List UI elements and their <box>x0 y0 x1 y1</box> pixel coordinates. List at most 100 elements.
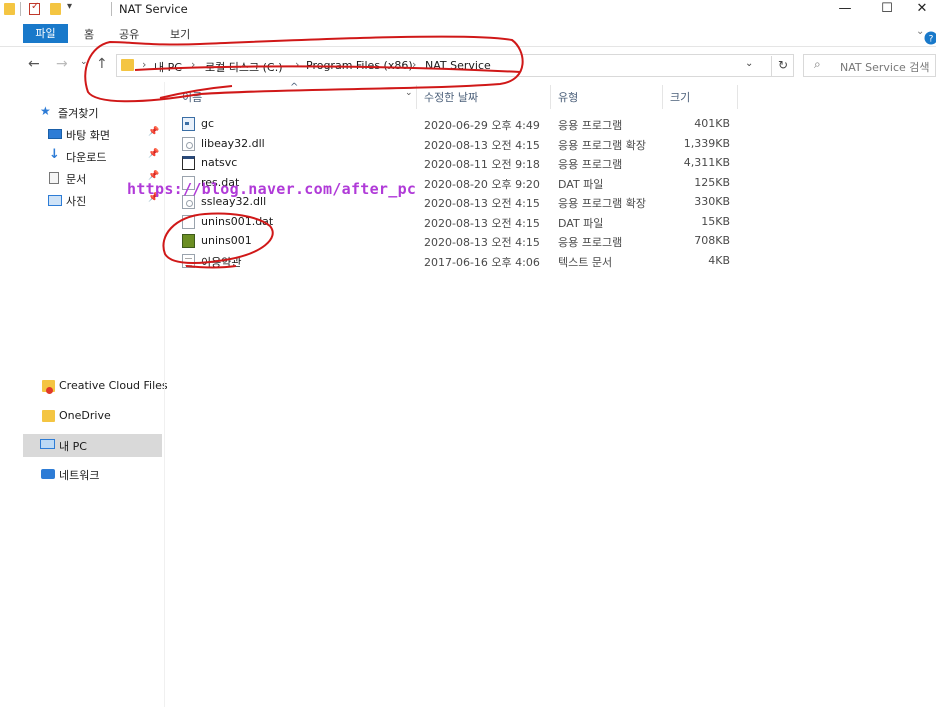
breadcrumb-separator[interactable]: › <box>412 58 416 71</box>
nav-item-label: Creative Cloud Files <box>59 379 168 392</box>
file-row[interactable]: unins001 2020-08-13 오전 4:15 응용 프로그램 708KB <box>182 232 742 251</box>
file-size: 401KB <box>694 117 730 130</box>
nav-item-this-pc[interactable]: 내 PC <box>23 434 162 457</box>
file-date: 2020-08-13 오전 4:15 <box>424 236 540 249</box>
nav-item-label: 사진 <box>66 195 87 208</box>
file-name: natsvc <box>201 156 238 169</box>
column-separator[interactable] <box>550 85 551 109</box>
file-type: 응용 프로그램 <box>558 158 623 171</box>
file-date: 2020-08-20 오후 9:20 <box>424 177 540 191</box>
nav-item-desktop[interactable]: 바탕 화면 📌 <box>46 124 164 146</box>
forward-arrow-icon[interactable]: → <box>56 56 68 72</box>
refresh-icon[interactable]: ↻ <box>771 56 794 76</box>
address-bar[interactable]: › 내 PC › 로컬 디스크 (C:) › Program Files (x8… <box>116 54 794 77</box>
pictures-icon <box>48 195 62 206</box>
file-type: 응용 프로그램 확장 <box>558 138 646 152</box>
file-date: 2020-08-11 오전 9:18 <box>424 158 540 171</box>
nav-item-creative-cloud[interactable]: Creative Cloud Files <box>40 376 168 398</box>
new-folder-icon[interactable] <box>50 3 61 15</box>
file-size: 4,311KB <box>683 156 730 169</box>
address-row: ← → ⌄ ↑ › 내 PC › 로컬 디스크 (C:) › Program F… <box>0 50 936 82</box>
column-header-name[interactable]: 이름 <box>182 89 202 113</box>
file-date: 2020-08-13 오전 4:15 <box>424 216 540 230</box>
up-arrow-icon[interactable]: ↑ <box>96 56 108 72</box>
svg-text:?: ? <box>929 35 934 45</box>
toolbar-divider <box>20 2 21 16</box>
pane-divider <box>164 82 165 707</box>
window-app-icon <box>182 156 195 170</box>
search-icon: ⌕ <box>814 57 821 71</box>
file-row[interactable]: natsvc 2020-08-11 오전 9:18 응용 프로그램 4,311KB <box>182 154 742 173</box>
file-name: gc <box>201 117 215 130</box>
network-icon <box>41 469 55 479</box>
file-row[interactable]: gc 2020-06-29 오후 4:49 응용 프로그램 401KB <box>182 115 742 134</box>
file-type: 응용 프로그램 <box>558 236 623 249</box>
column-separator[interactable] <box>737 85 738 109</box>
column-filter-chevron-icon[interactable]: ⌄ <box>405 88 413 112</box>
breadcrumb-nat-service[interactable]: NAT Service <box>425 59 491 72</box>
file-size: 1,339KB <box>683 136 730 150</box>
column-separator[interactable] <box>416 85 417 109</box>
file-date: 2020-06-29 오후 4:49 <box>424 119 540 132</box>
dll-icon <box>182 136 195 151</box>
nav-item-network[interactable]: 네트워크 <box>40 464 180 486</box>
file-row[interactable]: 이용약관 2017-06-16 오후 4:06 텍스트 문서 4KB <box>182 252 742 271</box>
pin-icon[interactable]: 📌 <box>148 127 159 137</box>
tab-share[interactable]: 공유 <box>119 26 139 42</box>
help-icon[interactable]: ? <box>919 30 936 46</box>
title-divider <box>111 2 112 16</box>
file-type: 응용 프로그램 확장 <box>558 197 646 210</box>
file-date: 2020-08-13 오전 4:15 <box>424 197 540 210</box>
file-row[interactable]: unins001.dat 2020-08-13 오전 4:15 DAT 파일 15KB <box>182 213 742 232</box>
breadcrumb-program-files[interactable]: Program Files (x86) <box>306 59 413 72</box>
file-size: 330KB <box>694 195 730 208</box>
file-size: 4KB <box>708 253 730 267</box>
file-row[interactable]: libeay32.dll 2020-08-13 오전 4:15 응용 프로그램 확장… <box>182 135 742 154</box>
properties-icon[interactable] <box>29 1 40 15</box>
nav-item-onedrive[interactable]: OneDrive <box>40 406 180 428</box>
breadcrumb-separator[interactable]: › <box>295 58 299 71</box>
text-file-icon <box>182 253 195 268</box>
customize-toolbar-chevron-icon[interactable]: ▾ <box>67 1 72 12</box>
minimize-button[interactable]: — <box>828 0 862 20</box>
file-name: unins001 <box>201 234 252 247</box>
nav-item-label: OneDrive <box>59 409 111 422</box>
tab-view[interactable]: 보기 <box>170 26 190 42</box>
address-dropdown-chevron-icon[interactable]: ⌄ <box>745 58 753 69</box>
column-header-size[interactable]: 크기 <box>670 89 690 113</box>
breadcrumb-this-pc[interactable]: 내 PC <box>154 59 182 75</box>
column-header-date[interactable]: 수정한 날짜 <box>424 89 478 113</box>
sort-ascending-icon: ^ <box>290 82 299 93</box>
nav-quick-access[interactable]: ★ 즐겨찾기 <box>36 102 176 124</box>
column-separator[interactable] <box>662 85 663 109</box>
tab-home[interactable]: 홈 <box>84 26 94 42</box>
tab-file[interactable]: 파일 <box>23 24 68 43</box>
window-title: NAT Service <box>119 2 188 16</box>
close-button[interactable]: ✕ <box>908 0 936 20</box>
maximize-button[interactable]: ☐ <box>870 0 904 20</box>
folder-icon <box>4 3 15 15</box>
search-input[interactable]: ⌕ NAT Service 검색 <box>803 54 936 77</box>
nav-item-label: 바탕 화면 <box>66 129 110 142</box>
nav-item-downloads[interactable]: ↓ 다운로드 📌 <box>46 146 164 168</box>
recent-locations-chevron-icon[interactable]: ⌄ <box>80 57 88 67</box>
creative-cloud-badge-icon <box>46 387 53 394</box>
column-header-type[interactable]: 유형 <box>558 89 578 113</box>
breadcrumb-local-disk[interactable]: 로컬 디스크 (C:) <box>205 59 283 75</box>
file-type: 텍스트 문서 <box>558 255 613 269</box>
pin-icon[interactable]: 📌 <box>148 149 159 159</box>
file-type: DAT 파일 <box>558 216 604 230</box>
back-arrow-icon[interactable]: ← <box>28 56 40 72</box>
nav-item-label: 네트워크 <box>59 469 100 482</box>
file-name: 이용약관 <box>201 255 242 269</box>
documents-icon <box>49 172 59 184</box>
search-placeholder: NAT Service 검색 <box>840 61 930 74</box>
file-size: 15KB <box>701 214 730 228</box>
breadcrumb-separator[interactable]: › <box>142 58 146 71</box>
file-type: 응용 프로그램 <box>558 119 623 132</box>
watermark-url: https://blog.naver.com/after_pc <box>127 180 417 198</box>
onedrive-folder-icon <box>42 410 55 422</box>
breadcrumb-separator[interactable]: › <box>191 58 195 71</box>
file-name: unins001.dat <box>201 214 274 228</box>
file-type: DAT 파일 <box>558 177 604 191</box>
